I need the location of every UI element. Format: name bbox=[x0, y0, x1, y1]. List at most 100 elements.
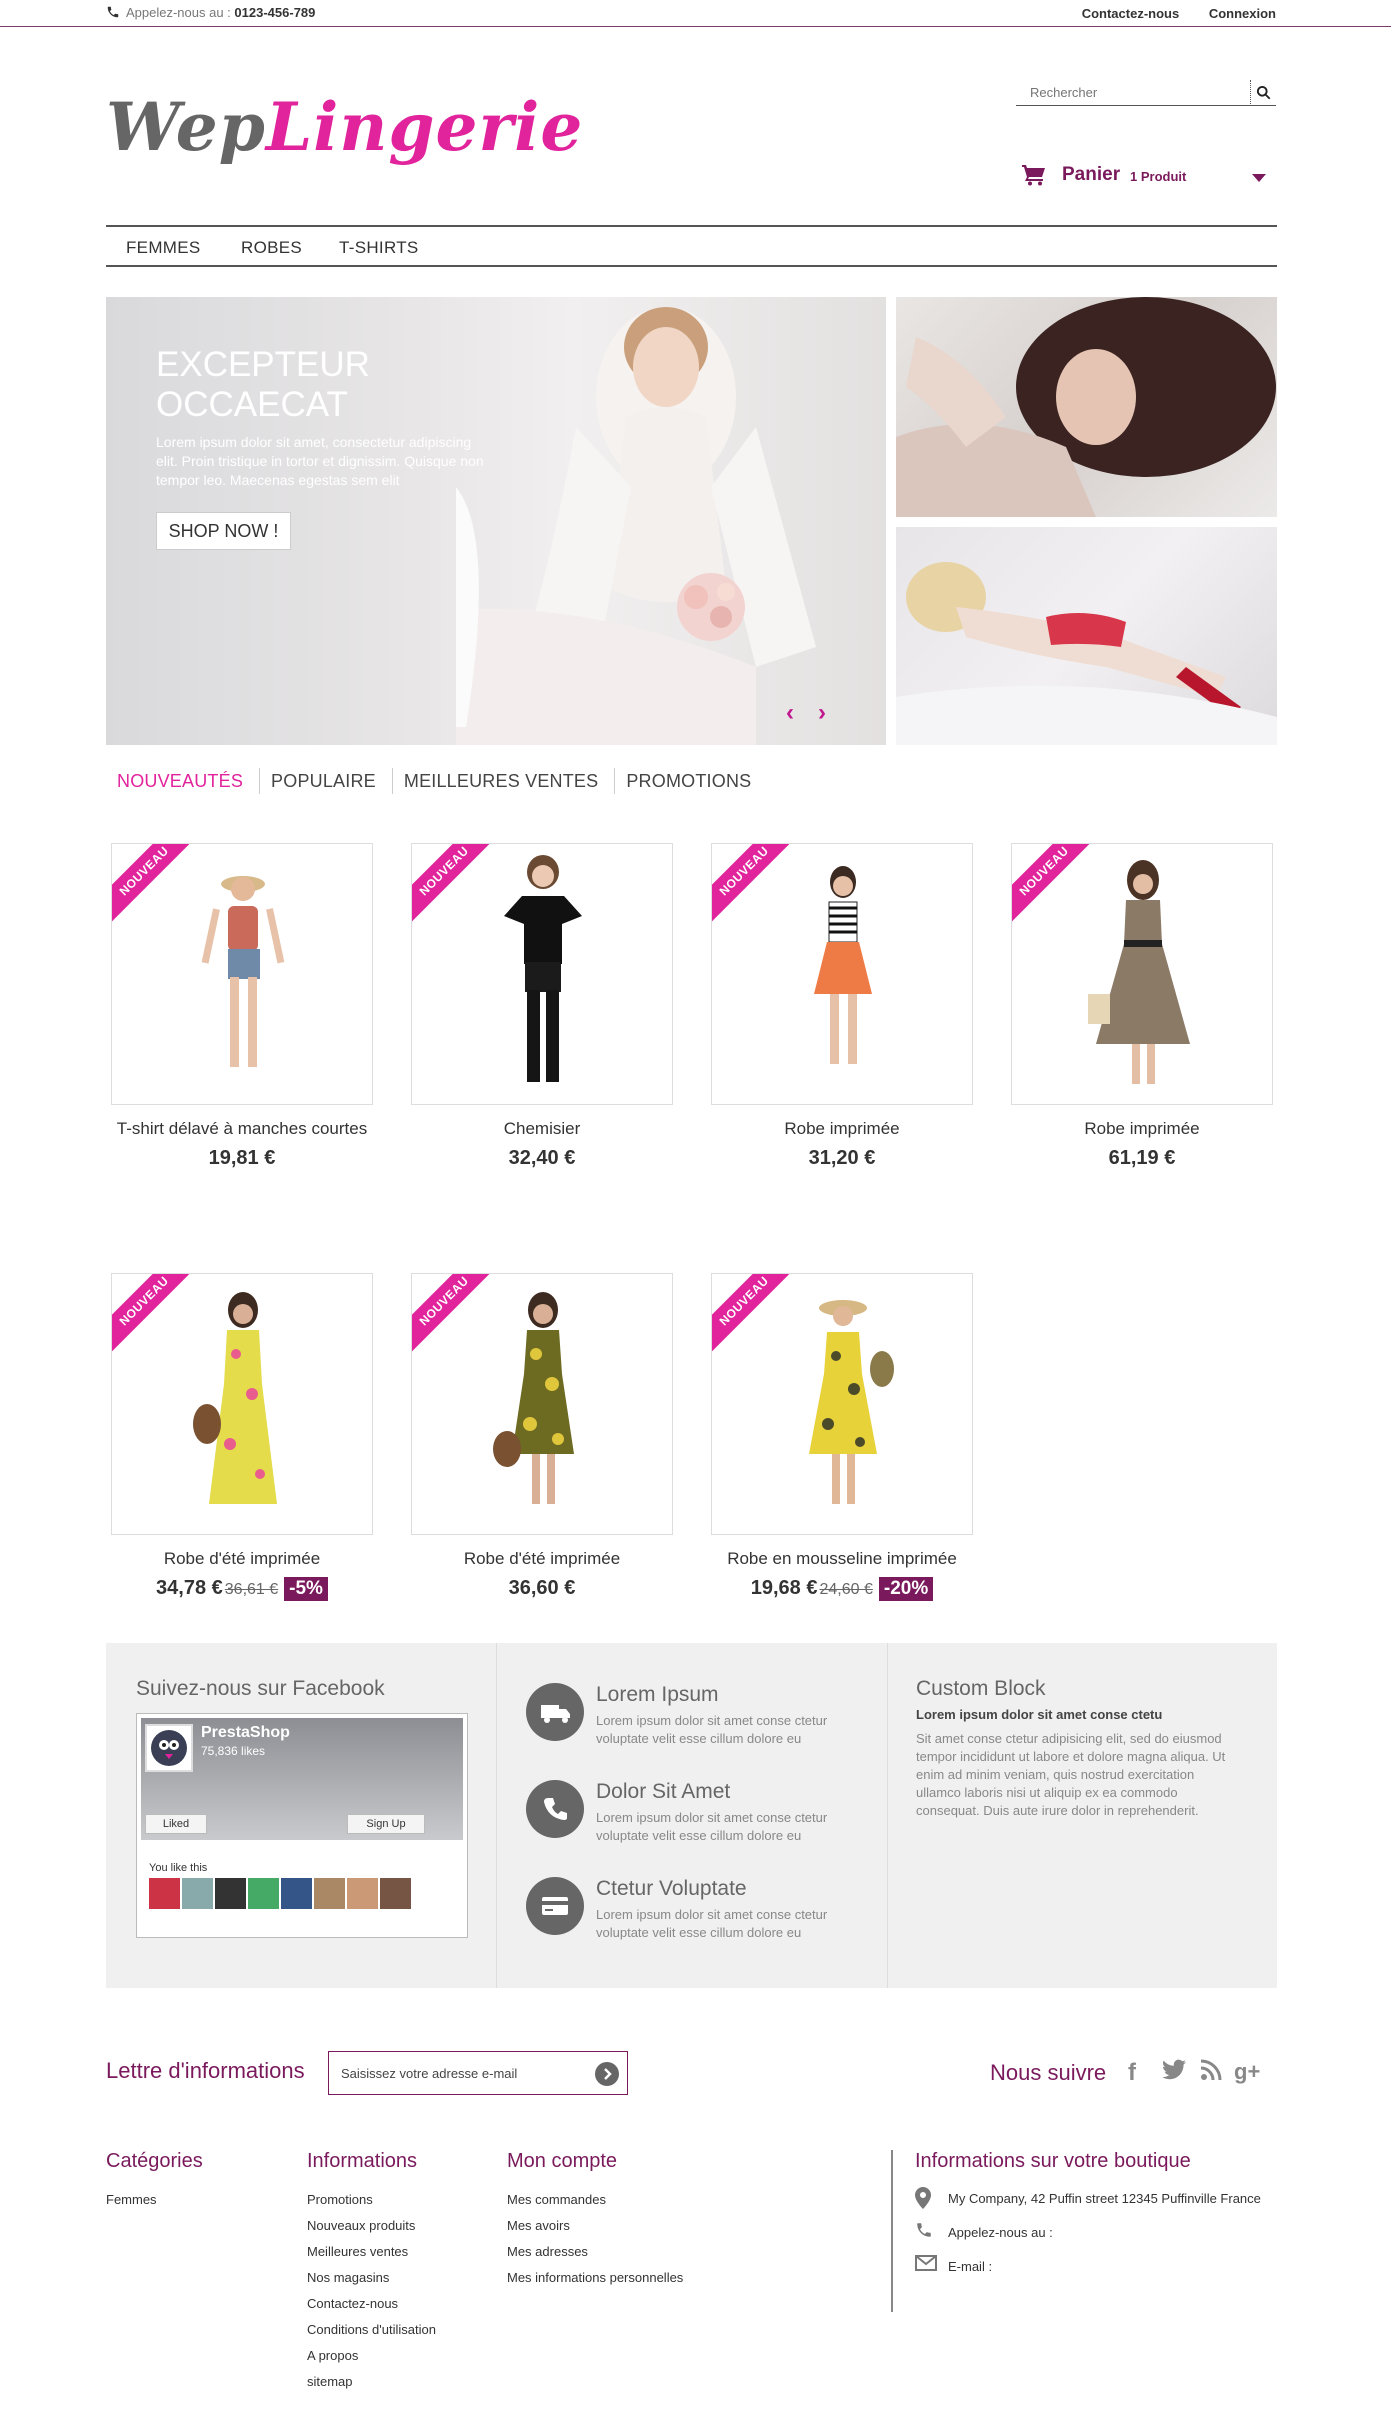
rss-icon[interactable] bbox=[1200, 2059, 1222, 2088]
newsletter-input[interactable]: Saisissez votre adresse e-mail bbox=[328, 2051, 628, 2095]
product-card[interactable]: NOUVEAU Robe imprimée 61,19 € bbox=[1011, 843, 1273, 1170]
footer-info-title: Informations bbox=[307, 2150, 418, 2172]
search-button[interactable] bbox=[1250, 80, 1276, 104]
tab-promotions[interactable]: PROMOTIONS bbox=[615, 768, 767, 794]
facebook-icon[interactable]: f bbox=[1128, 2059, 1136, 2087]
newsletter-submit-icon[interactable] bbox=[595, 2062, 619, 2086]
custom-subtitle: Lorem ipsum dolor sit amet conse ctetu bbox=[916, 1707, 1163, 1722]
product-name[interactable]: Robe imprimée bbox=[711, 1119, 973, 1139]
service-text: Lorem ipsum dolor sit amet conse ctetur … bbox=[596, 1907, 828, 1940]
footer-link[interactable]: Nouveaux produits bbox=[307, 2213, 436, 2239]
menu-item-robes[interactable]: ROBES bbox=[241, 238, 302, 258]
search-input[interactable] bbox=[1016, 80, 1236, 104]
tab-meilleures-ventes[interactable]: MEILLEURES VENTES bbox=[393, 768, 616, 794]
service-title: Dolor Sit Amet bbox=[596, 1780, 731, 1803]
hero-text: Lorem ipsum dolor sit amet, consectetur … bbox=[156, 434, 484, 488]
product-name[interactable]: Robe imprimée bbox=[1011, 1119, 1273, 1139]
custom-block: Custom Block Lorem ipsum dolor sit amet … bbox=[916, 1677, 1236, 1820]
shop-email: E-mail : bbox=[915, 2255, 1291, 2277]
product-image[interactable]: NOUVEAU bbox=[1011, 843, 1273, 1105]
cart-block[interactable]: Panier 1 Produit bbox=[1022, 162, 1276, 192]
product-price: 32,40 € bbox=[508, 1147, 576, 1169]
product-image[interactable]: NOUVEAU bbox=[711, 1273, 973, 1535]
divider bbox=[496, 1643, 497, 1988]
footer-link[interactable]: sitemap bbox=[307, 2369, 436, 2395]
footer-link[interactable]: Mes adresses bbox=[507, 2239, 683, 2265]
footer-link[interactable]: Nos magasins bbox=[307, 2265, 436, 2291]
discount-badge: -5% bbox=[284, 1577, 328, 1601]
sign-up-button[interactable]: Sign Up bbox=[347, 1814, 425, 1834]
footer-link[interactable]: Contactez-nous bbox=[307, 2291, 436, 2317]
shop-address: My Company, 42 Puffin street 12345 Puffi… bbox=[915, 2187, 1291, 2209]
avatar bbox=[314, 1878, 345, 1909]
login-link[interactable]: Connexion bbox=[1209, 6, 1276, 21]
cart-dropdown-icon[interactable] bbox=[1252, 174, 1266, 182]
side-banner-2[interactable] bbox=[896, 527, 1277, 745]
divider bbox=[887, 1643, 888, 1988]
google-plus-icon[interactable]: g+ bbox=[1234, 2059, 1260, 2085]
avatar bbox=[182, 1878, 213, 1909]
avatar bbox=[215, 1878, 246, 1909]
facebook-widget[interactable]: PrestaShop 75,836 likes Liked Sign Up Yo… bbox=[136, 1713, 468, 1938]
footer-link[interactable]: Conditions d'utilisation bbox=[307, 2317, 436, 2343]
footer-account-title: Mon compte bbox=[507, 2150, 618, 2172]
hero-image bbox=[456, 307, 816, 745]
product-card[interactable]: NOUVEAU Robe imprimée 31,20 € bbox=[711, 843, 973, 1170]
prestashop-logo-icon bbox=[145, 1724, 193, 1772]
product-card[interactable]: NOUVEAU Robe en mousseline imprimée 19,6… bbox=[711, 1273, 973, 1601]
friend-avatars bbox=[149, 1878, 411, 1909]
tab-populaire[interactable]: POPULAIRE bbox=[260, 768, 393, 794]
twitter-icon[interactable] bbox=[1162, 2059, 1186, 2088]
logo[interactable]: WepLingerie bbox=[106, 88, 583, 166]
product-image[interactable]: NOUVEAU bbox=[411, 1273, 673, 1535]
product-image[interactable]: NOUVEAU bbox=[111, 1273, 373, 1535]
contact-link[interactable]: Contactez-nous bbox=[1082, 6, 1180, 21]
product-name[interactable]: T-shirt délavé à manches courtes bbox=[111, 1119, 373, 1139]
product-image[interactable]: NOUVEAU bbox=[411, 843, 673, 1105]
next-slide-icon[interactable]: › bbox=[818, 699, 826, 726]
product-name[interactable]: Robe d'été imprimée bbox=[411, 1549, 673, 1569]
facebook-likes: 75,836 likes bbox=[201, 1744, 266, 1758]
product-card[interactable]: NOUVEAU Robe d'été imprimée 34,78 €36,61… bbox=[111, 1273, 373, 1601]
search-icon bbox=[1256, 85, 1271, 99]
footer-link[interactable]: Mes commandes bbox=[507, 2187, 683, 2213]
footer-link[interactable]: A propos bbox=[307, 2343, 436, 2369]
service-text: Lorem ipsum dolor sit amet conse ctetur … bbox=[596, 1713, 828, 1746]
liked-button[interactable]: Liked bbox=[145, 1814, 207, 1834]
product-image[interactable]: NOUVEAU bbox=[711, 843, 973, 1105]
menu-item-tshirts[interactable]: T-SHIRTS bbox=[339, 238, 419, 258]
newsletter-placeholder: Saisissez votre adresse e-mail bbox=[341, 2066, 518, 2081]
tab-nouveautes[interactable]: NOUVEAUTÉS bbox=[106, 768, 261, 794]
footer-link[interactable]: Promotions bbox=[307, 2187, 436, 2213]
shop-now-button[interactable]: SHOP NOW ! bbox=[156, 512, 291, 550]
side-banner-2-image bbox=[896, 562, 1277, 745]
service-title: Lorem Ipsum bbox=[596, 1683, 719, 1706]
footer-link[interactable]: Mes avoirs bbox=[507, 2213, 683, 2239]
info-block: Suivez-nous sur Facebook PrestaShop 75,8… bbox=[106, 1643, 1277, 1988]
product-name[interactable]: Chemisier bbox=[411, 1119, 673, 1139]
product-card[interactable]: NOUVEAU Robe d'été imprimée 36,60 € bbox=[411, 1273, 673, 1600]
product-name[interactable]: Robe en mousseline imprimée bbox=[711, 1549, 973, 1569]
side-banner-1-image bbox=[896, 297, 1276, 517]
follow-title: Nous suivre bbox=[990, 2060, 1107, 2085]
product-price: 61,19 € bbox=[1108, 1147, 1176, 1169]
search-bar bbox=[1016, 80, 1276, 106]
product-name[interactable]: Robe d'été imprimée bbox=[111, 1549, 373, 1569]
product-price: 34,78 € bbox=[156, 1577, 223, 1599]
map-marker-icon bbox=[915, 2187, 931, 2209]
facebook-page-name: PrestaShop bbox=[201, 1724, 290, 1741]
footer-categories-title: Catégories bbox=[106, 2150, 203, 2172]
product-card[interactable]: NOUVEAU Chemisier 32,40 € bbox=[411, 843, 673, 1170]
service-text: Lorem ipsum dolor sit amet conse ctetur … bbox=[596, 1810, 828, 1843]
footer-link[interactable]: Meilleures ventes bbox=[307, 2239, 436, 2265]
prev-slide-icon[interactable]: ‹ bbox=[786, 699, 794, 726]
product-card[interactable]: NOUVEAU T-shirt délavé à manches courtes… bbox=[111, 843, 373, 1170]
product-image[interactable]: NOUVEAU bbox=[111, 843, 373, 1105]
menu-item-femmes[interactable]: FEMMES bbox=[126, 238, 201, 258]
footer-link[interactable]: Mes informations personnelles bbox=[507, 2265, 683, 2291]
footer-link[interactable]: Femmes bbox=[106, 2187, 203, 2213]
facebook-title: Suivez-nous sur Facebook bbox=[136, 1677, 385, 1700]
product-tabs: NOUVEAUTÉS POPULAIRE MEILLEURES VENTES P… bbox=[106, 768, 767, 798]
side-banner-1[interactable] bbox=[896, 297, 1277, 517]
cart-label: Panier bbox=[1062, 164, 1121, 185]
